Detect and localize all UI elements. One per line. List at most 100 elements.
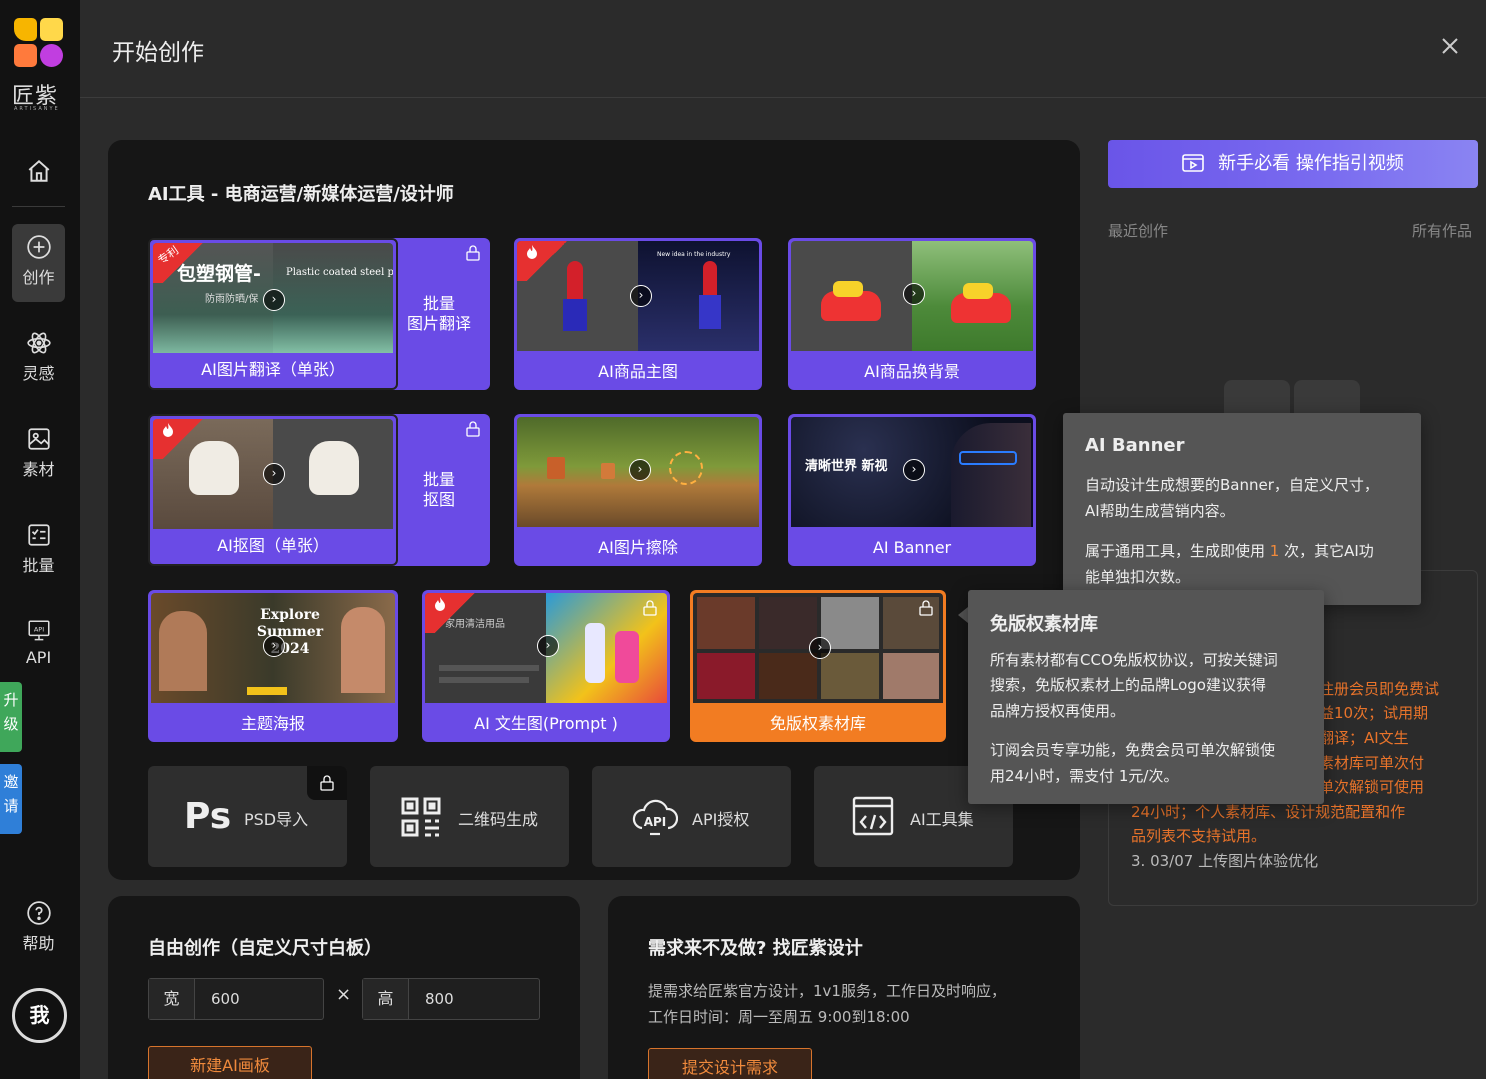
tooltip-ai-banner: AI Banner 自动设计生成想要的Banner，自定义尺寸， AI帮助生成营… bbox=[1063, 413, 1421, 605]
library-tile bbox=[759, 653, 817, 699]
tooltip-count: 1 bbox=[1269, 542, 1280, 560]
batch-cutout-button[interactable]: 批量 抠图 bbox=[388, 414, 490, 566]
tooltip-line: 属于通用工具，生成即使用 1 次，其它AI功 bbox=[1085, 539, 1374, 564]
height-field[interactable]: 高 800 bbox=[362, 978, 540, 1020]
hot-badge bbox=[153, 419, 213, 459]
batch-translate-label: 批量 图片翻译 bbox=[388, 294, 490, 334]
api-icon: API bbox=[27, 620, 50, 641]
new-ai-canvas-button[interactable]: 新建AI画板 bbox=[148, 1046, 312, 1079]
app-logo[interactable] bbox=[14, 18, 64, 68]
tooltip-line: 搜索，免版权素材上的品牌Logo建议获得 bbox=[990, 676, 1266, 694]
help-icon bbox=[26, 901, 51, 925]
card-label: AI抠图（单张） bbox=[217, 536, 329, 555]
card-ai-banner[interactable]: 清晰世界 新视 › AI Banner bbox=[788, 414, 1036, 566]
tool-qrcode[interactable]: 二维码生成 bbox=[370, 766, 569, 867]
nav-inspire[interactable]: 灵感 bbox=[12, 320, 65, 398]
tooltip-line: 能单独扣次数。 bbox=[1085, 568, 1191, 586]
invite-tab[interactable]: 邀请 bbox=[0, 764, 22, 834]
library-tile bbox=[821, 597, 879, 649]
submit-design-request-button[interactable]: 提交设计需求 bbox=[648, 1048, 812, 1079]
card-theme-poster[interactable]: Explore Summer 2024 › 主题海报 bbox=[148, 590, 398, 742]
card-label: AI Banner bbox=[872, 538, 952, 557]
chair-image bbox=[309, 441, 359, 495]
svg-text:API: API bbox=[644, 815, 667, 829]
image-icon bbox=[27, 428, 50, 450]
close-icon bbox=[1442, 38, 1458, 54]
card-ai-cutout[interactable]: › AI抠图（单张） bbox=[148, 414, 398, 566]
tool-api-auth[interactable]: API API授权 bbox=[592, 766, 791, 867]
notice-line: 翻译；AI文生 bbox=[1319, 729, 1409, 747]
flame-icon bbox=[435, 597, 445, 611]
card-ai-image-translate[interactable]: 包塑钢管- 防雨防晒/保 Plastic coated steel pip › … bbox=[148, 238, 398, 390]
lock-icon bbox=[466, 245, 480, 261]
card-thumbnail: 包塑钢管- 防雨防晒/保 Plastic coated steel pip › … bbox=[153, 243, 393, 353]
tool-label: PSD导入 bbox=[244, 810, 309, 829]
tooltip-line: 订阅会员专享功能，免费会员可单次解锁使 bbox=[990, 741, 1276, 759]
prompt-line bbox=[439, 665, 539, 671]
card-thumbnail: › bbox=[517, 417, 759, 527]
card-label: 主题海报 bbox=[240, 714, 305, 733]
logo-tile bbox=[40, 18, 63, 41]
card-thumbnail: › bbox=[791, 241, 1033, 351]
recent-creations-tab[interactable]: 最近创作 bbox=[1108, 220, 1168, 241]
free-create-panel: 自由创作（自定义尺寸白板） 宽 600 × 高 800 新建AI画板 bbox=[108, 896, 580, 1079]
poster-button bbox=[247, 687, 287, 695]
batch-translate-button[interactable]: 批量 图片翻译 bbox=[388, 238, 490, 390]
design-request-title: 需求来不及做? 找匠紫设计 bbox=[648, 938, 863, 959]
tool-psd-import[interactable]: Ps PSD导入 bbox=[148, 766, 347, 867]
nav-create[interactable]: 创作 bbox=[12, 224, 65, 302]
library-tile bbox=[821, 653, 879, 699]
lock-icon bbox=[466, 421, 480, 437]
thumb-after bbox=[273, 243, 393, 353]
width-label: 宽 bbox=[149, 979, 195, 1019]
design-request-line: 工作日时间：周一至周五 9:00到18:00 bbox=[648, 1008, 910, 1026]
card-thumbnail: Explore Summer 2024 › bbox=[151, 593, 395, 703]
cup-image bbox=[547, 457, 565, 479]
card-label: AI 文生图(Prompt ) bbox=[474, 714, 618, 733]
all-works-link[interactable]: 所有作品 bbox=[1412, 220, 1472, 241]
erase-target-icon bbox=[669, 451, 703, 485]
hot-badge bbox=[517, 241, 577, 281]
thumb-cn-title: 清晰世界 新视 bbox=[805, 459, 888, 474]
nav-batch-label: 批量 bbox=[22, 556, 55, 575]
upgrade-tab[interactable]: 升级 bbox=[0, 682, 22, 752]
rail-divider bbox=[12, 206, 65, 207]
design-request-panel: 需求来不及做? 找匠紫设计 提需求给匠紫官方设计，1v1服务，工作日及时响应， … bbox=[608, 896, 1080, 1079]
card-ai-product-background[interactable]: › AI商品换背景 bbox=[788, 238, 1036, 390]
home-button[interactable] bbox=[26, 158, 52, 188]
page-title: 开始创作 bbox=[112, 40, 204, 66]
toy-car-image bbox=[833, 281, 863, 297]
user-avatar[interactable]: 我 bbox=[12, 988, 67, 1043]
height-label: 高 bbox=[363, 979, 409, 1019]
card-ai-text-to-image[interactable]: 家用清洁用品 › AI 文生图(Prompt ) bbox=[422, 590, 670, 742]
tool-label: AI工具集 bbox=[910, 810, 974, 829]
nav-batch[interactable]: 批量 bbox=[12, 512, 65, 590]
compare-arrow-icon: › bbox=[629, 459, 651, 481]
nav-help[interactable]: 帮助 bbox=[12, 890, 65, 968]
nav-create-label: 创作 bbox=[22, 268, 55, 287]
code-window-icon bbox=[852, 796, 894, 836]
library-tile bbox=[697, 597, 755, 649]
lock-icon bbox=[320, 775, 334, 791]
guide-video-button[interactable]: 新手必看 操作指引视频 bbox=[1108, 140, 1478, 188]
nav-assets[interactable]: 素材 bbox=[12, 416, 65, 494]
nav-api[interactable]: API API bbox=[12, 608, 65, 686]
ps-icon: Ps bbox=[184, 796, 232, 837]
header: 开始创作 bbox=[80, 0, 1486, 98]
card-ai-product-main[interactable]: New idea in the industry › AI商品主图 bbox=[514, 238, 762, 390]
tooltip-text: 次，其它AI功 bbox=[1284, 542, 1374, 560]
lipstick-image bbox=[703, 261, 717, 297]
tool-label: API授权 bbox=[692, 810, 750, 829]
nav-assets-label: 素材 bbox=[22, 460, 55, 479]
card-copyright-free-library[interactable]: › 免版权素材库 bbox=[690, 590, 946, 742]
width-field[interactable]: 宽 600 bbox=[148, 978, 324, 1020]
notice-line: 注册会员即免费试 bbox=[1319, 680, 1440, 698]
compare-arrow-icon: › bbox=[263, 289, 285, 311]
close-button[interactable] bbox=[1440, 36, 1460, 60]
card-label: AI图片擦除 bbox=[598, 538, 678, 557]
tooltip-pointer bbox=[958, 607, 968, 623]
lock-icon bbox=[643, 600, 657, 616]
nav-api-label: API bbox=[25, 648, 52, 667]
card-ai-image-erase[interactable]: › AI图片擦除 bbox=[514, 414, 762, 566]
times-sign: × bbox=[336, 984, 352, 1005]
